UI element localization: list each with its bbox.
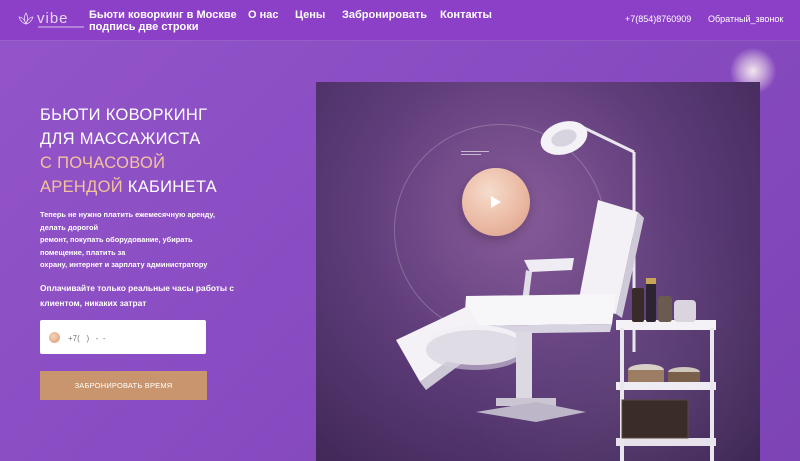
logo-tagline-line bbox=[38, 26, 84, 28]
hero-description-line: ремонт, покупать оборудование, убирать bbox=[40, 235, 193, 245]
play-icon bbox=[491, 196, 501, 208]
book-time-button[interactable]: ЗАБРОНИРОВАТЬ ВРЕМЯ bbox=[40, 371, 207, 400]
hero-description-line: охрану, интернет и зарплату администрато… bbox=[40, 260, 208, 270]
hero-description-line: Теперь не нужно платить ежемесячную арен… bbox=[40, 210, 216, 219]
hero-subtitle: Оплачивайте только реальные часы работы … bbox=[40, 283, 235, 308]
hero-title-line-4: АРЕНДОЙ bbox=[40, 178, 123, 196]
logo[interactable]: vibe bbox=[18, 8, 84, 32]
hero-title-line-3: С ПОЧАСОВОЙ bbox=[40, 154, 166, 172]
hero-description-line: помещение, платить за bbox=[40, 247, 126, 257]
hero-title-line-2: ДЛЯ МАССАЖИСТА bbox=[40, 130, 201, 148]
massage-chair-illustration bbox=[396, 121, 716, 461]
nav-book[interactable]: Забронировать bbox=[342, 9, 427, 21]
hero-description: Теперь не нужно платить ежемесячную арен… bbox=[40, 209, 255, 272]
hero-title-line-1: БЬЮТИ КОВОРКИНГ bbox=[40, 106, 208, 124]
nav-about[interactable]: О нас bbox=[248, 9, 279, 21]
phone-field[interactable] bbox=[40, 320, 206, 354]
brand-title[interactable]: Бьюти коворкинг в Москве подпись две стр… bbox=[89, 9, 239, 33]
hero-description-line: делать дорогой bbox=[40, 222, 99, 232]
country-flag-icon[interactable] bbox=[49, 332, 60, 343]
hero-title: БЬЮТИ КОВОРКИНГ ДЛЯ МАССАЖИСТА С ПОЧАСОВ… bbox=[40, 103, 320, 199]
phone-input[interactable] bbox=[66, 328, 200, 348]
logo-text: vibe bbox=[37, 10, 69, 27]
hero-title-tail: КАБИНЕТА bbox=[127, 178, 217, 196]
nav-prices[interactable]: Цены bbox=[295, 9, 325, 21]
nav-contacts[interactable]: Контакты bbox=[440, 9, 492, 21]
header-phone[interactable]: +7(854)8760909 bbox=[625, 14, 691, 24]
site-header: vibe Бьюти коворкинг в Москве подпись дв… bbox=[0, 0, 800, 40]
lotus-icon bbox=[18, 12, 34, 25]
hero-image bbox=[316, 82, 760, 461]
callback-link[interactable]: Обратный_звонок bbox=[708, 14, 783, 24]
video-play-button[interactable] bbox=[462, 168, 530, 236]
